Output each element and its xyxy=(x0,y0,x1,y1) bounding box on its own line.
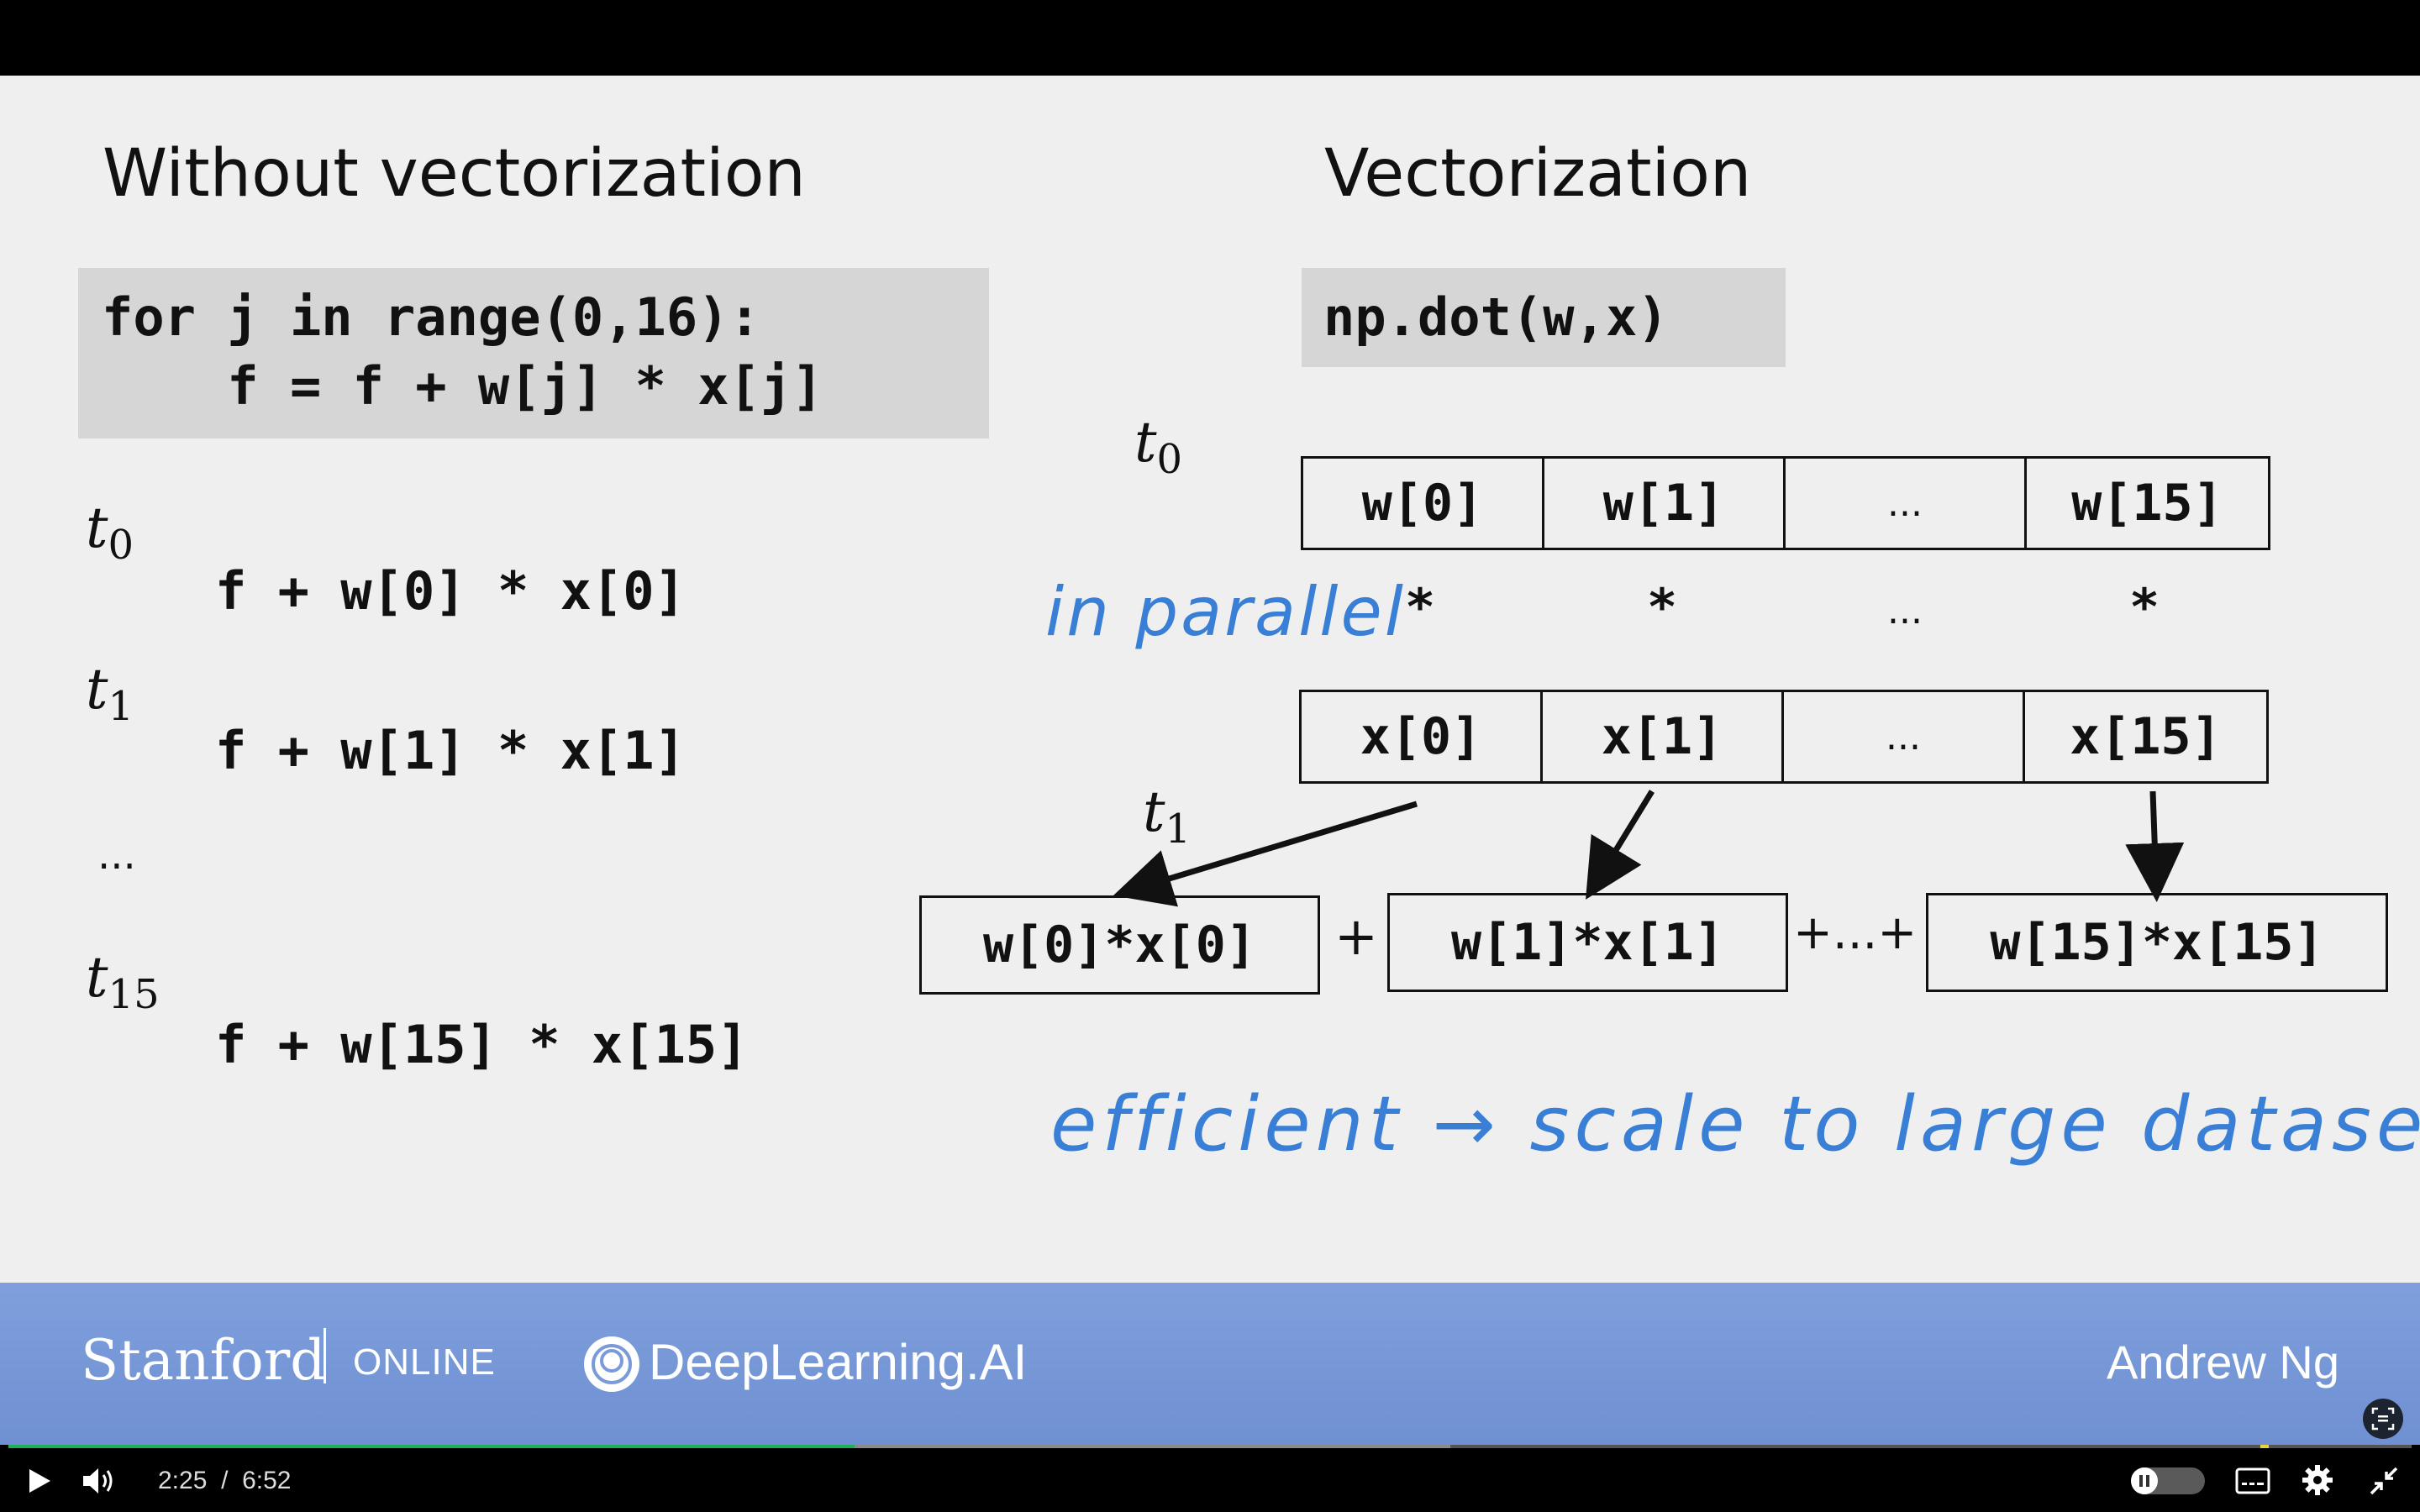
transcript-button[interactable] xyxy=(2363,1399,2403,1439)
product-15: w[15]*x[15] xyxy=(1926,893,2388,992)
plus-ellipsis-plus: +...+ xyxy=(1793,906,1918,960)
play-icon[interactable] xyxy=(25,1467,54,1495)
logo-divider xyxy=(324,1328,326,1383)
lecture-slide: Without vectorization Vectorization for … xyxy=(0,76,2420,1283)
pause-icon xyxy=(2131,1467,2158,1494)
deeplearning-logo-text: DeepLearning.AI xyxy=(649,1334,1028,1390)
autoplay-toggle[interactable] xyxy=(2131,1467,2205,1494)
slide-footer: Stanford ONLINE DeepLearning.AI Andrew N… xyxy=(0,1283,2420,1445)
volume-icon[interactable] xyxy=(81,1465,118,1497)
author-name: Andrew Ng xyxy=(2106,1336,2339,1389)
transcript-icon xyxy=(2371,1407,2395,1431)
video-player-controls: 2:25 / 6:52 xyxy=(0,1445,2420,1512)
deeplearning-logo-icon xyxy=(584,1336,639,1392)
stanford-logo-text: Stanford xyxy=(81,1328,326,1393)
arrow-x15-to-product xyxy=(2125,790,2185,902)
handwritten-efficient: efficient → scale to large datasets xyxy=(1050,1080,2420,1168)
plus-sign: + xyxy=(1334,906,1378,967)
product-1: w[1]*x[1] xyxy=(1387,893,1788,992)
arrow-x0-to-product xyxy=(1113,801,1418,907)
current-time: 2:25 xyxy=(158,1467,208,1494)
progress-played xyxy=(8,1445,855,1448)
online-logo-text: ONLINE xyxy=(353,1341,496,1383)
settings-gear-icon[interactable] xyxy=(2301,1463,2334,1497)
duration: 6:52 xyxy=(242,1467,292,1494)
time-display: 2:25 / 6:52 xyxy=(158,1467,291,1495)
exit-fullscreen-icon[interactable] xyxy=(2368,1465,2400,1497)
arrow-x1-to-product xyxy=(1586,790,1655,900)
product-0: w[0]*x[0] xyxy=(919,895,1320,995)
time-separator: / xyxy=(221,1467,229,1494)
captions-icon[interactable] xyxy=(2235,1467,2270,1494)
progress-marker xyxy=(2260,1445,2269,1448)
progress-track[interactable] xyxy=(8,1445,2412,1448)
